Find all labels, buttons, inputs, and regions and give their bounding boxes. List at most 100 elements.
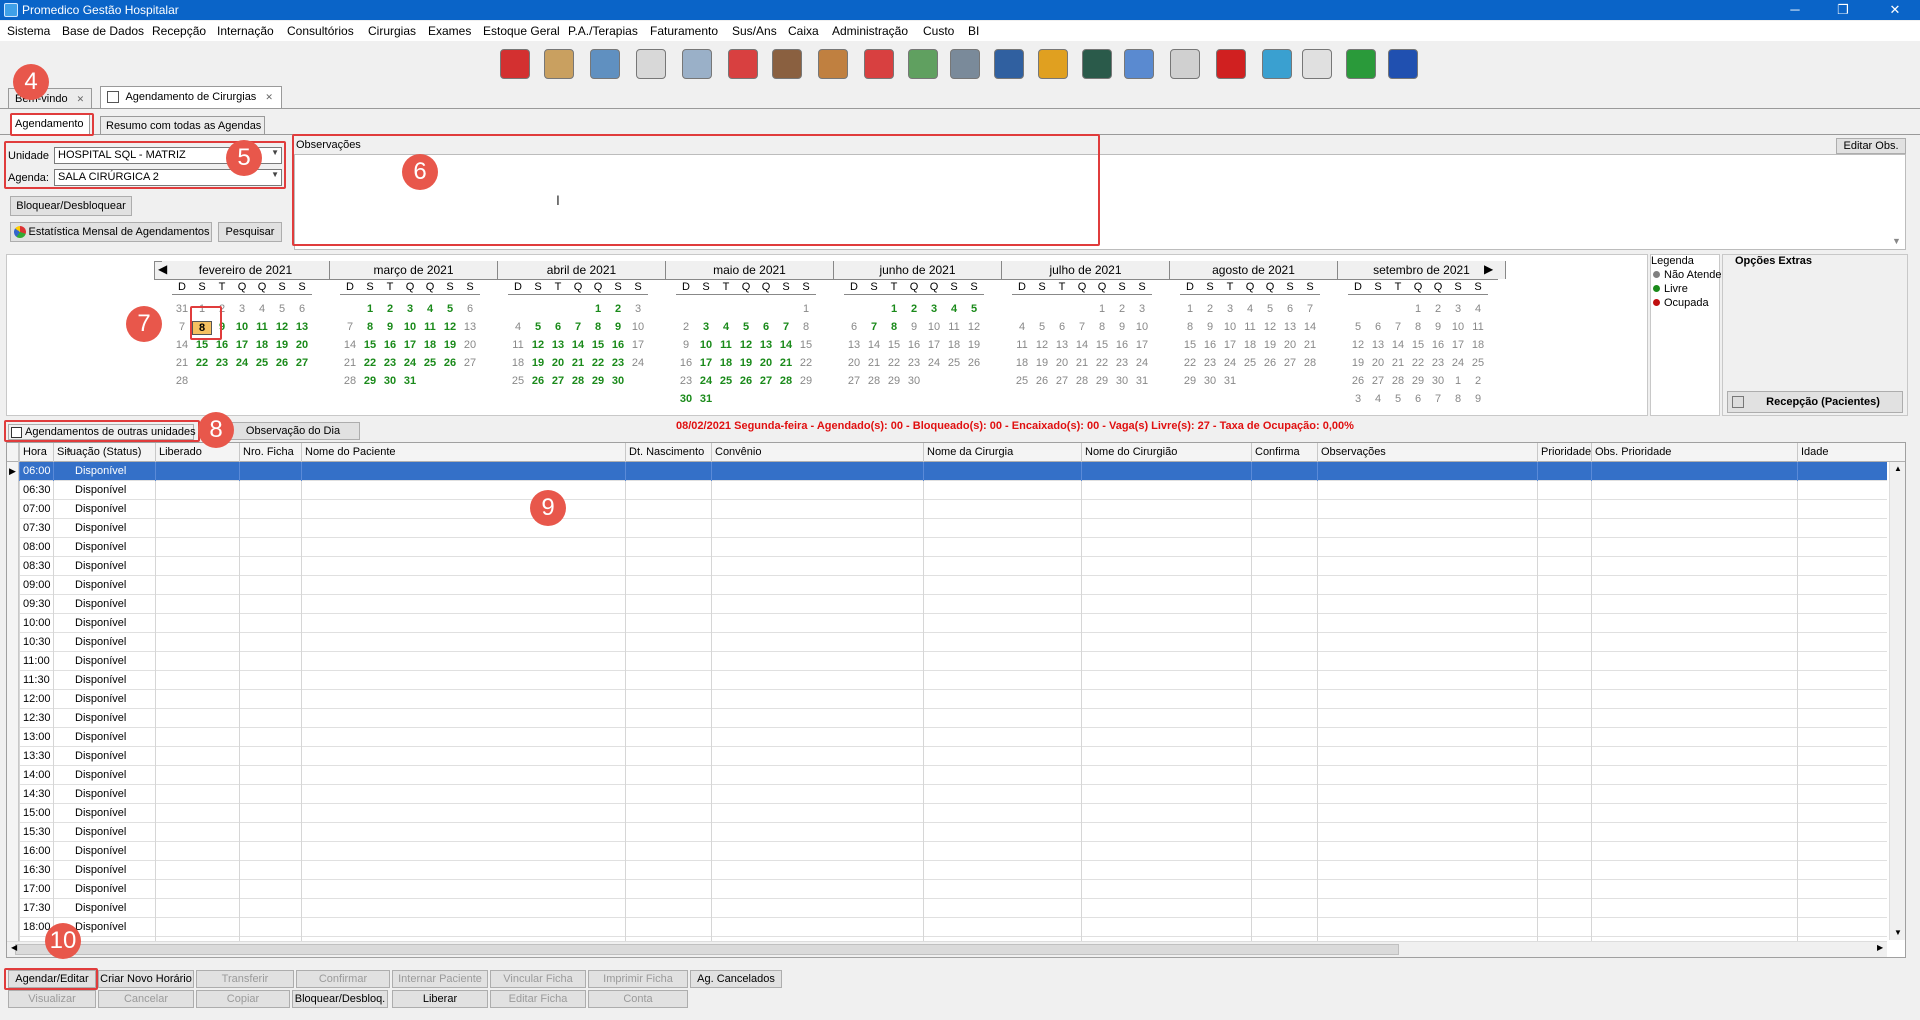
calendar-day[interactable]: 28 <box>776 375 796 387</box>
calendar-day[interactable]: 5 <box>1260 303 1280 315</box>
calendar-day[interactable]: 26 <box>1032 375 1052 387</box>
calendar-day[interactable]: 31 <box>1132 375 1152 387</box>
calendar-day[interactable]: 4 <box>252 303 272 315</box>
sort-asc-icon[interactable]: ▲ <box>65 445 73 454</box>
ambulance-icon[interactable] <box>728 49 758 79</box>
table-row[interactable]: 13:30 Disponível <box>7 747 1887 766</box>
table-row[interactable]: 16:00 Disponível <box>7 842 1887 861</box>
calendar-day[interactable]: 24 <box>232 357 252 369</box>
table-row[interactable]: 16:30 Disponível <box>7 861 1887 880</box>
calendar-day[interactable]: 7 <box>1072 321 1092 333</box>
calendar-day[interactable]: 2 <box>904 303 924 315</box>
menu-base-dados[interactable]: Base de Dados <box>62 24 144 38</box>
table-row[interactable]: 11:30 Disponível <box>7 671 1887 690</box>
calendar-day[interactable]: 7 <box>568 321 588 333</box>
calendar-day[interactable]: 17 <box>400 339 420 351</box>
calendar-day[interactable]: 28 <box>340 375 360 387</box>
calendar-day[interactable]: 6 <box>548 321 568 333</box>
calendar-day[interactable]: 29 <box>360 375 380 387</box>
calendar-day[interactable]: 19 <box>1260 339 1280 351</box>
calendar-day[interactable]: 18 <box>252 339 272 351</box>
calendar-day[interactable]: 6 <box>460 303 480 315</box>
calendar-day[interactable]: 27 <box>292 357 312 369</box>
calendar-day[interactable]: 5 <box>272 303 292 315</box>
calendar-day[interactable]: 15 <box>796 339 816 351</box>
calendar-day[interactable]: 1 <box>796 303 816 315</box>
calendar-day[interactable]: 6 <box>292 303 312 315</box>
calendar-day[interactable]: 31 <box>400 375 420 387</box>
column-header[interactable]: Obs. Prioridade <box>1595 446 1671 458</box>
calendar-day[interactable]: 4 <box>1368 393 1388 405</box>
calendar-day[interactable]: 28 <box>1072 375 1092 387</box>
bottom-button-cancelar[interactable]: Cancelar <box>98 990 194 1008</box>
calendar-day[interactable]: 28 <box>1300 357 1320 369</box>
calendar-day[interactable]: 12 <box>440 321 460 333</box>
calendar-day[interactable]: 30 <box>1112 375 1132 387</box>
calendar-day[interactable]: 27 <box>548 375 568 387</box>
power-icon[interactable] <box>1216 49 1246 79</box>
column-header[interactable]: Nome do Cirurgião <box>1085 446 1177 458</box>
menu-recepcao[interactable]: Recepção <box>152 24 206 38</box>
calendar-day[interactable]: 3 <box>1132 303 1152 315</box>
calendar-day[interactable]: 13 <box>756 339 776 351</box>
calendar-day[interactable]: 4 <box>1240 303 1260 315</box>
calendar-day[interactable]: 18 <box>944 339 964 351</box>
bottom-button-imprimir-ficha[interactable]: Imprimir Ficha <box>588 970 688 988</box>
calendar-day[interactable]: 26 <box>964 357 984 369</box>
calendar-day[interactable]: 14 <box>1300 321 1320 333</box>
menu-consultorios[interactable]: Consultórios <box>287 24 354 38</box>
calendar-day[interactable]: 12 <box>272 321 292 333</box>
calendar-day[interactable]: 19 <box>440 339 460 351</box>
horizontal-scroll-thumb[interactable] <box>15 944 1399 955</box>
calendar-day[interactable]: 19 <box>528 357 548 369</box>
calendar-day[interactable]: 13 <box>292 321 312 333</box>
calendar-day[interactable]: 28 <box>1388 375 1408 387</box>
calendar-day[interactable]: 4 <box>1468 303 1488 315</box>
calendar-day[interactable]: 15 <box>360 339 380 351</box>
calendar-day[interactable]: 21 <box>172 357 192 369</box>
calendar-day[interactable]: 11 <box>716 339 736 351</box>
calendar-day[interactable]: 11 <box>944 321 964 333</box>
calendar-day[interactable]: 8 <box>588 321 608 333</box>
calendar-day[interactable]: 16 <box>1200 339 1220 351</box>
bottom-button-criar-novo-hor-rio[interactable]: Criar Novo Horário <box>98 970 194 988</box>
menu-sistema[interactable]: Sistema <box>7 24 50 38</box>
calendar-day[interactable]: 8 <box>884 321 904 333</box>
calendar-day[interactable]: 26 <box>736 375 756 387</box>
bottom-button-internar-paciente[interactable]: Internar Paciente <box>392 970 488 988</box>
calendar-day[interactable]: 16 <box>380 339 400 351</box>
calendar-day[interactable]: 21 <box>1300 339 1320 351</box>
calendar-day[interactable]: 9 <box>1428 321 1448 333</box>
calendar-day[interactable]: 4 <box>944 303 964 315</box>
calendar-day[interactable]: 2 <box>1468 375 1488 387</box>
table-row[interactable]: 10:00 Disponível <box>7 614 1887 633</box>
table-row[interactable]: 17:00 Disponível <box>7 880 1887 899</box>
calendar-day[interactable]: 23 <box>1200 357 1220 369</box>
calendar-day[interactable]: 12 <box>1032 339 1052 351</box>
calendar-day[interactable]: 23 <box>676 375 696 387</box>
calendar-day[interactable]: 25 <box>1012 375 1032 387</box>
calendar-day[interactable]: 7 <box>340 321 360 333</box>
calendar-day[interactable]: 8 <box>796 321 816 333</box>
scroll-down-icon[interactable]: ▼ <box>1892 236 1901 246</box>
contacts-icon[interactable] <box>1388 49 1418 79</box>
calendar-day[interactable]: 1 <box>360 303 380 315</box>
table-row[interactable]: 07:00 Disponível <box>7 500 1887 519</box>
reception-icon[interactable] <box>544 49 574 79</box>
calendar-day[interactable]: 22 <box>884 357 904 369</box>
menu-exames[interactable]: Exames <box>428 24 471 38</box>
vertical-scrollbar[interactable]: ▲ ▼ <box>1889 462 1905 940</box>
menu-internacao[interactable]: Internação <box>217 24 274 38</box>
calendar-day[interactable]: 19 <box>964 339 984 351</box>
calendar-day[interactable]: 19 <box>736 357 756 369</box>
calendar-day[interactable]: 29 <box>884 375 904 387</box>
calendar-day[interactable]: 8 <box>1092 321 1112 333</box>
calendar-day[interactable]: 21 <box>1072 357 1092 369</box>
table-row[interactable]: 12:30 Disponível <box>7 709 1887 728</box>
calendar-day[interactable]: 29 <box>1092 375 1112 387</box>
column-header[interactable]: Idade <box>1801 446 1829 458</box>
doctor-icon[interactable] <box>590 49 620 79</box>
calendar-day[interactable]: 8 <box>1180 321 1200 333</box>
calendar-day[interactable]: 4 <box>508 321 528 333</box>
calendar-day[interactable]: 2 <box>380 303 400 315</box>
